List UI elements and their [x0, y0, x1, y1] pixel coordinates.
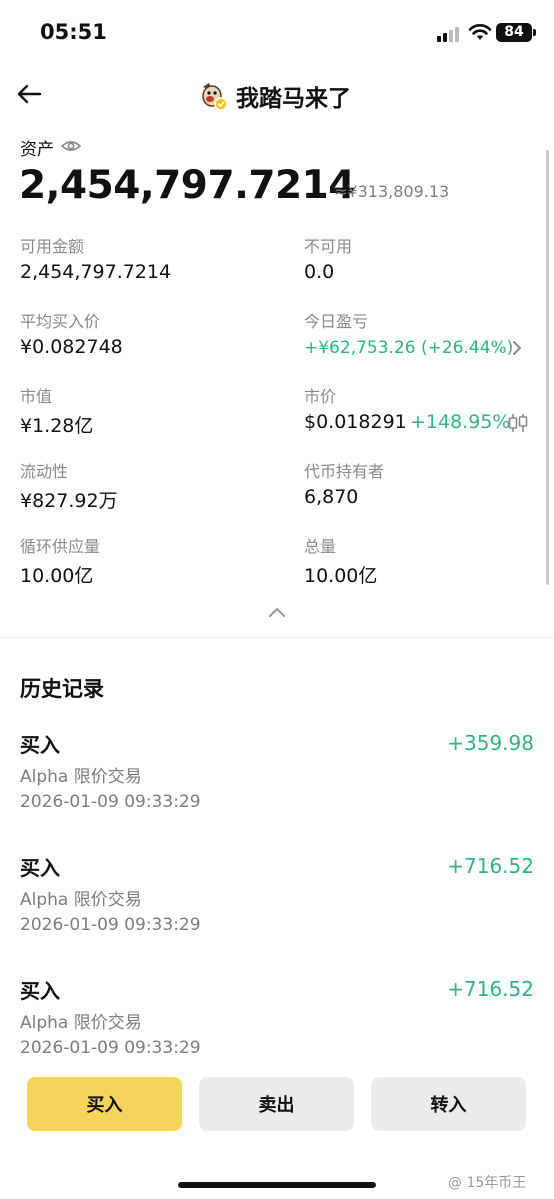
total-supply-value: 10.00亿	[304, 565, 378, 587]
available-value: 2,454,797.7214	[20, 261, 172, 283]
avg-price-value: ¥0.082748	[20, 336, 123, 358]
liquidity-label: 流动性	[20, 462, 69, 481]
record-type: 买入	[20, 733, 60, 757]
chevron-up-icon[interactable]	[267, 605, 287, 619]
record-time: 2026-01-09 09:33:29	[20, 1038, 201, 1058]
record-subtitle: Alpha 限价交易	[20, 1013, 142, 1033]
available-label: 可用金额	[20, 237, 85, 256]
unavailable-label: 不可用	[304, 237, 353, 256]
holders-value: 6,870	[304, 486, 359, 508]
home-indicator[interactable]	[178, 1182, 376, 1188]
circulating-supply-label: 循环供应量	[20, 537, 101, 556]
transfer-in-button[interactable]: 转入	[371, 1077, 526, 1131]
wifi-icon	[468, 24, 492, 40]
record-subtitle: Alpha 限价交易	[20, 767, 142, 787]
asset-label: 资产	[20, 140, 54, 160]
record-time: 2026-01-09 09:33:29	[20, 915, 201, 935]
buy-button[interactable]: 买入	[27, 1077, 182, 1131]
total-supply-label: 总量	[304, 537, 337, 556]
record-amount: +716.52	[447, 854, 534, 878]
market-cap-value: ¥1.28亿	[20, 415, 94, 437]
asset-approx-value: ≈¥313,809.13	[334, 182, 450, 201]
sell-button[interactable]: 卖出	[199, 1077, 354, 1131]
battery-indicator: 84	[496, 23, 532, 42]
liquidity-value: ¥827.92万	[20, 490, 118, 512]
price-value: $0.018291	[304, 411, 407, 433]
cellular-signal-icon	[437, 26, 463, 42]
eye-icon[interactable]	[60, 137, 82, 155]
watermark: @ 15年币王	[448, 1175, 527, 1191]
circulating-supply-value: 10.00亿	[20, 565, 94, 587]
token-title: 我踏马来了	[236, 86, 351, 112]
status-time: 05:51	[40, 20, 107, 44]
record-type: 买入	[20, 979, 60, 1003]
candlestick-chart-icon[interactable]	[506, 412, 530, 434]
market-cap-label: 市值	[20, 387, 53, 406]
section-divider	[0, 637, 554, 638]
holders-label: 代币持有者	[304, 462, 385, 481]
record-subtitle: Alpha 限价交易	[20, 890, 142, 910]
avg-price-label: 平均买入价	[20, 312, 101, 331]
record-type: 买入	[20, 856, 60, 880]
price-change-value: +148.95%	[410, 411, 511, 433]
today-pnl-value[interactable]: +¥62,753.26 (+26.44%)	[304, 338, 513, 358]
chevron-right-icon[interactable]	[510, 339, 524, 357]
unavailable-value: 0.0	[304, 261, 335, 283]
battery-tip	[533, 29, 536, 36]
record-amount: +359.98	[447, 731, 534, 755]
history-title: 历史记录	[20, 677, 104, 701]
today-pnl-label: 今日盈亏	[304, 312, 369, 331]
price-label: 市价	[304, 387, 337, 406]
back-arrow-icon[interactable]	[16, 82, 42, 106]
asset-total-value: 2,454,797.7214	[19, 163, 355, 208]
record-amount: +716.52	[447, 977, 534, 1001]
scrollbar[interactable]	[546, 150, 549, 585]
record-time: 2026-01-09 09:33:29	[20, 792, 201, 812]
token-logo-icon	[202, 83, 228, 111]
